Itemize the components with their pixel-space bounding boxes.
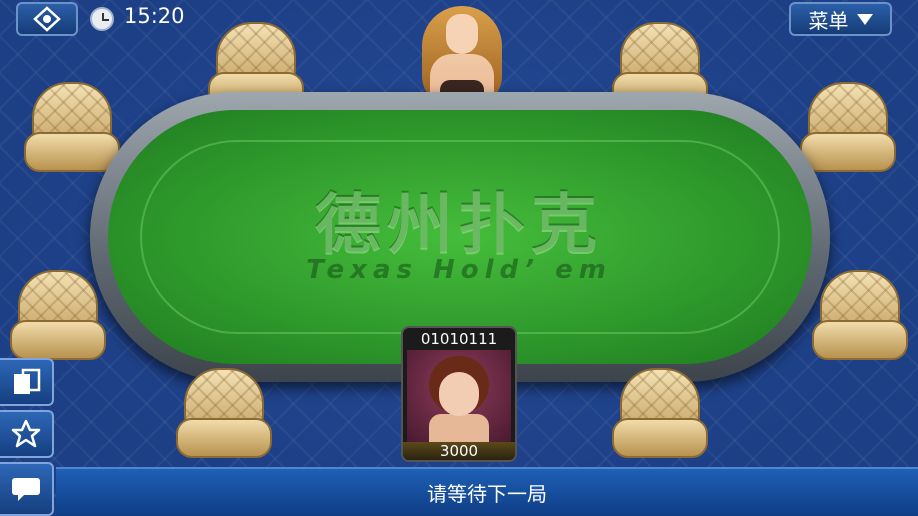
menu-button[interactable]: 菜单 <box>789 2 892 36</box>
chat-icon <box>12 478 40 501</box>
chevron-down-icon <box>856 13 873 25</box>
logo-button[interactable] <box>16 2 78 36</box>
status-message: 请等待下一局 <box>427 482 547 506</box>
seat-chair <box>176 368 272 460</box>
clock-icon <box>90 7 114 31</box>
menu-label: 菜单 <box>808 8 849 33</box>
player-chip-count: 3000 <box>403 442 515 460</box>
favorite-button[interactable] <box>0 410 54 458</box>
clock-time: 15:20 <box>124 4 185 28</box>
table-subtitle: Texas Hold’ em <box>306 255 612 285</box>
logo-icon <box>33 6 61 32</box>
chat-button[interactable] <box>0 462 54 516</box>
player-seat[interactable]: 01010111 3000 <box>401 326 517 462</box>
seat-chair <box>800 82 896 174</box>
seat-chair <box>612 368 708 460</box>
seat-chair <box>10 270 106 362</box>
table-title: 德州扑克 <box>315 187 603 264</box>
seat-chair <box>24 82 120 174</box>
star-icon <box>11 419 41 448</box>
card-type-button[interactable] <box>0 358 54 406</box>
seat-chair <box>812 270 908 362</box>
player-avatar <box>407 350 511 442</box>
status-bar: 请等待下一局 <box>56 467 918 516</box>
player-name: 01010111 <box>420 330 498 348</box>
pages-icon <box>14 368 41 394</box>
